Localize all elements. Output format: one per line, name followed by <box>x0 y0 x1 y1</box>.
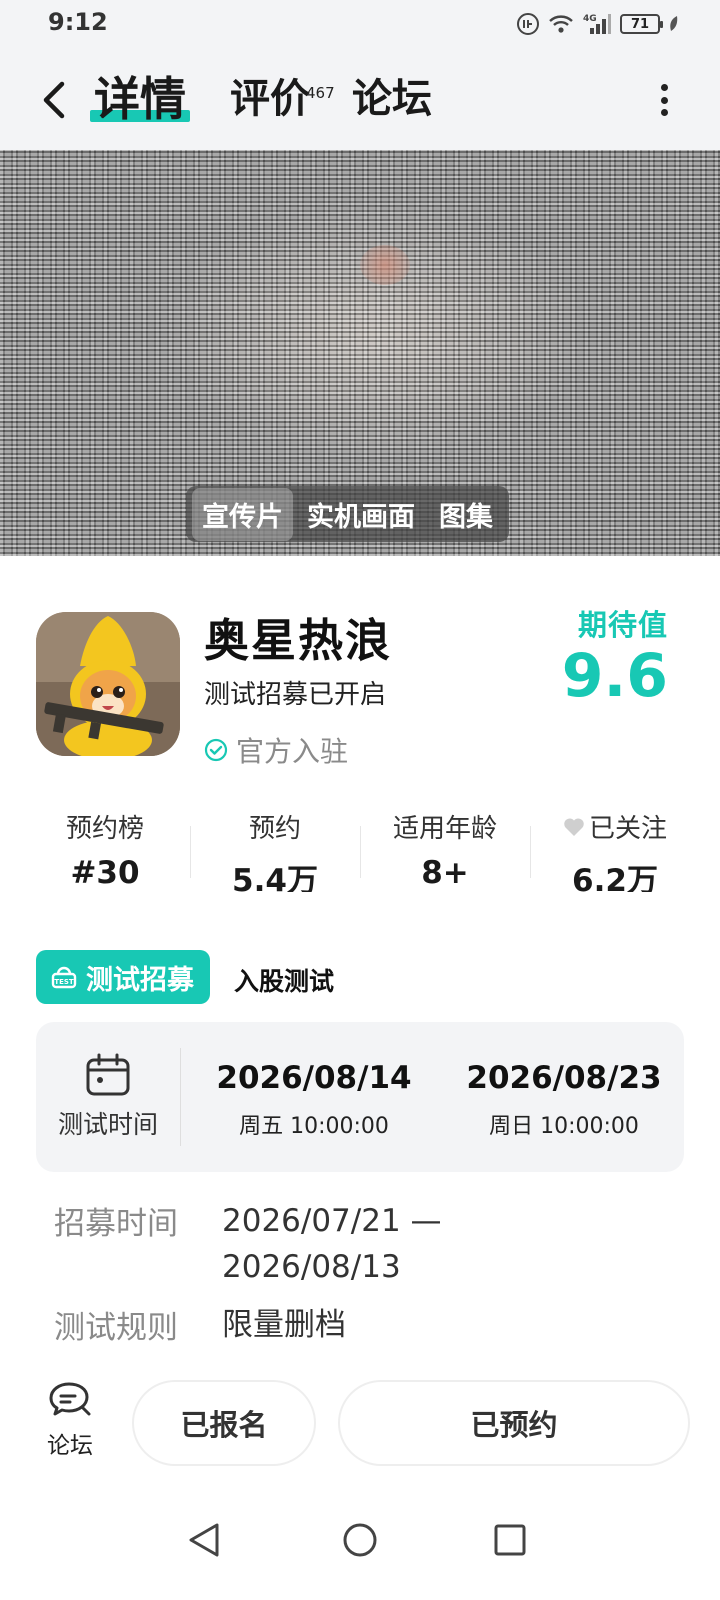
test-time-label: 测试时间 <box>57 1110 158 1139</box>
stat-age: 适用年龄 8+ <box>360 808 530 892</box>
expectation-label: 期待值 <box>577 608 668 642</box>
tab-reviews[interactable]: 评价 467 <box>230 74 335 124</box>
more-dot-icon <box>660 96 668 104</box>
nav-home-button[interactable] <box>336 1516 384 1564</box>
battery-level: 71 <box>630 16 650 32</box>
media-tab-gameplay[interactable]: 实机画面 <box>297 488 425 541</box>
review-count-badge: 467 <box>306 84 335 102</box>
game-title: 奥星热浪 <box>204 614 393 667</box>
stat-ranking[interactable]: 预约榜 #30 <box>20 808 190 892</box>
system-nav-bar <box>0 1516 720 1600</box>
stat-follow[interactable]: 已关注 6.2万 <box>530 808 700 892</box>
recruit-period-label: 招募时间 <box>54 1206 178 1242</box>
game-icon[interactable] <box>36 612 180 756</box>
cat-banana-icon <box>36 612 180 756</box>
forum-button[interactable]: 论坛 <box>36 1380 104 1472</box>
stat-age-value: 8+ <box>421 855 469 891</box>
test-icon: TEST <box>51 966 77 989</box>
forum-chat-icon <box>49 1382 91 1416</box>
test-rule-label: 测试规则 <box>54 1310 178 1346</box>
game-subtitle: 测试招募已开启 <box>204 680 387 710</box>
test-recruit-label: 测试招募 <box>86 964 194 996</box>
tab-forum[interactable]: 论坛 <box>352 74 432 124</box>
test-start-time: 周五 10:00:00 <box>239 1114 389 1139</box>
official-label: 官方入驻 <box>236 735 349 768</box>
test-start-date: 2026/08/14 <box>216 1060 412 1096</box>
nav-recents-button[interactable] <box>486 1516 534 1564</box>
stat-follow-label: 已关注 <box>588 814 667 844</box>
test-time-card: 测试时间 2026/08/14 周五 10:00:00 2026/08/23 周… <box>36 1022 684 1172</box>
back-button[interactable] <box>34 76 78 124</box>
recruit-period-start: 2026/07/21 — <box>222 1203 442 1239</box>
test-end: 2026/08/23 周日 10:00:00 <box>454 1060 674 1140</box>
stat-follow-value: 6.2万 <box>572 863 658 892</box>
test-start: 2026/08/14 周五 10:00:00 <box>204 1060 424 1140</box>
media-player[interactable]: 宣传片 实机画面 图集 <box>0 150 720 556</box>
official-badge: 官方入驻 <box>204 730 348 770</box>
expectation-value: 9.6 <box>561 641 668 711</box>
more-dot-icon <box>660 84 668 91</box>
status-icons: 4G 71 <box>516 10 680 38</box>
wifi-icon <box>549 15 573 33</box>
more-dot-icon <box>660 109 668 116</box>
test-end-date: 2026/08/23 <box>466 1060 662 1096</box>
more-options-button[interactable] <box>654 80 674 120</box>
svg-text:TEST: TEST <box>54 978 74 986</box>
hd-call-icon <box>517 13 539 35</box>
test-rule-row: 测试规则 限量删档 <box>54 1302 346 1348</box>
test-type: 入股测试 <box>234 967 335 996</box>
triangle-back-icon <box>189 1523 219 1557</box>
test-time-header: 测试时间 <box>36 1022 180 1172</box>
stat-age-label: 适用年龄 <box>392 814 497 844</box>
signed-up-button[interactable]: 已报名 <box>132 1380 316 1466</box>
expectation-score: 期待值 9.6 <box>562 602 668 708</box>
tab-details-label: 详情 <box>94 72 186 126</box>
divider <box>180 1048 181 1146</box>
top-nav: 详情 评价 467 论坛 <box>0 50 720 150</box>
forum-button-label: 论坛 <box>47 1433 93 1459</box>
stat-ranking-label: 预约榜 <box>65 814 144 844</box>
back-arrow-icon <box>43 81 65 119</box>
nav-back-button[interactable] <box>180 1516 228 1564</box>
tab-details[interactable]: 详情 <box>90 72 190 126</box>
stat-reservations: 预约 5.4万 <box>190 808 360 892</box>
stats-row: 预约榜 #30 预约 5.4万 适用年龄 8+ 已关注 6.2万 <box>20 808 700 892</box>
stat-reservations-value: 5.4万 <box>232 863 318 892</box>
stat-ranking-value: #30 <box>70 855 140 891</box>
status-time: 9:12 <box>48 8 108 36</box>
status-bar: 9:12 4G 71 <box>0 0 720 50</box>
tab-forum-label: 论坛 <box>352 76 432 122</box>
signal-icon: 4G <box>583 14 611 34</box>
media-tab-bar: 宣传片 实机画面 图集 <box>186 486 509 542</box>
leaf-icon <box>670 16 678 31</box>
tab-reviews-label: 评价 <box>230 76 310 122</box>
test-rule-value: 限量删档 <box>222 1307 346 1343</box>
heart-icon <box>564 817 584 836</box>
test-recruit-badge: TEST 测试招募 <box>36 950 210 1004</box>
reserved-button[interactable]: 已预约 <box>338 1380 690 1466</box>
media-tab-gallery[interactable]: 图集 <box>429 488 503 541</box>
test-end-time: 周日 10:00:00 <box>489 1114 639 1139</box>
media-highlight <box>360 245 410 285</box>
stat-reservations-label: 预约 <box>248 814 301 844</box>
svg-text:4G: 4G <box>583 14 597 24</box>
recruit-period-row: 招募时间 2026/07/21 — 2026/08/13 <box>54 1198 442 1290</box>
calendar-icon <box>86 1053 130 1096</box>
verified-check-icon <box>204 738 228 762</box>
media-tab-trailer[interactable]: 宣传片 <box>192 487 293 541</box>
battery-icon: 71 <box>620 14 663 34</box>
circle-home-icon <box>343 1523 377 1557</box>
recruit-period-value: 2026/07/21 — 2026/08/13 <box>222 1198 442 1290</box>
square-recents-icon <box>494 1524 526 1556</box>
recruit-period-end: 2026/08/13 <box>222 1249 401 1285</box>
